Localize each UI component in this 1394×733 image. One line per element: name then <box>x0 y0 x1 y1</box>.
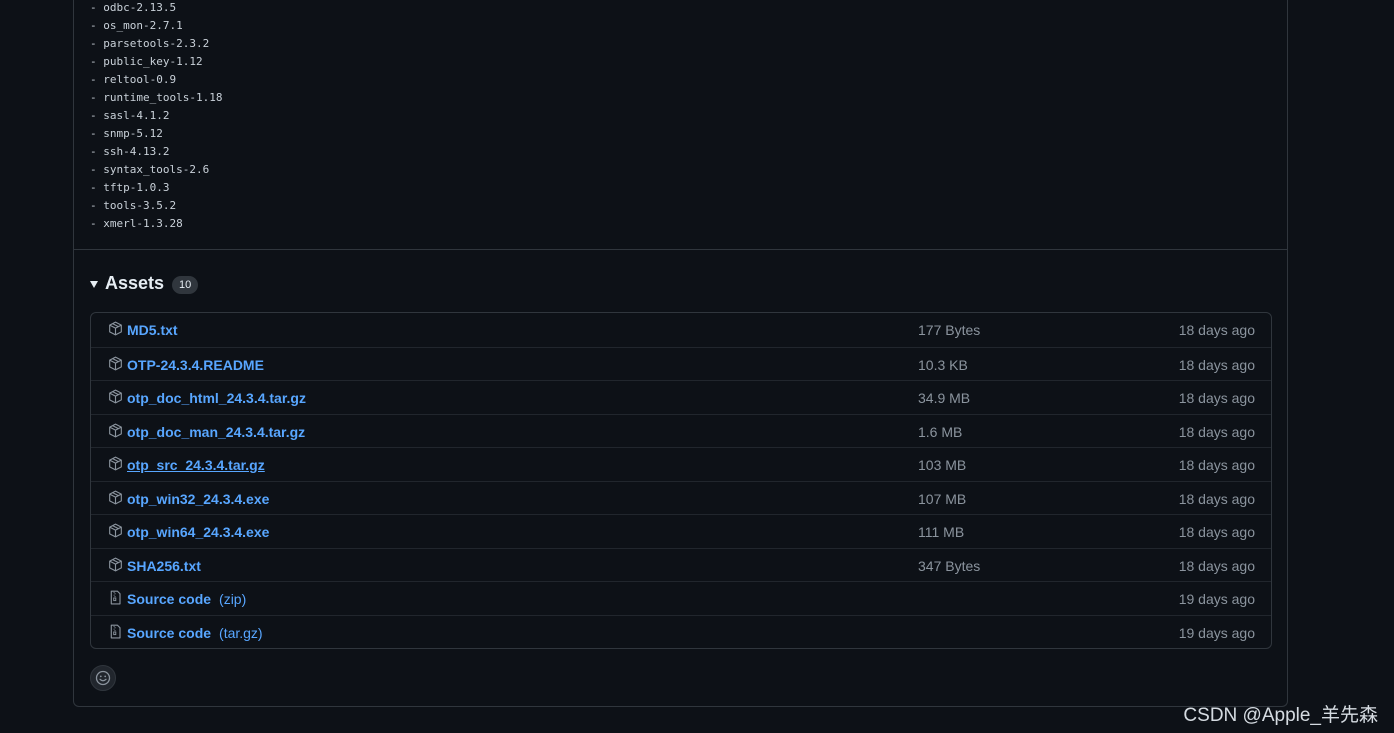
asset-name: Source code <box>127 591 212 607</box>
file-zip-icon <box>110 624 121 638</box>
smiley-icon <box>95 670 111 686</box>
asset-list: MD5.txt 177 Bytes 18 days ago OTP-24.3.4.RE… <box>90 312 1272 649</box>
asset-name: SHA256.txt <box>127 557 201 574</box>
package-icon <box>109 523 122 538</box>
asset-row: OTP-24.3.4.README 10.3 KB 18 days ago <box>91 346 1271 381</box>
asset-size: 10.3 KB <box>918 356 968 373</box>
asset-date: 18 days ago <box>1178 457 1255 473</box>
asset-download-link[interactable]: otp_doc_man_24.3.4.tar.gz <box>127 424 305 440</box>
release-note-item: - parsetools-2.3.2 <box>90 37 210 50</box>
release-note-item: - tftp-1.0.3 <box>90 181 170 194</box>
asset-row: SHA256.txt 347 Bytes 18 days ago <box>91 547 1271 582</box>
assets-title: Assets <box>105 272 165 293</box>
triangle-down-icon <box>90 280 98 288</box>
asset-size: 111 MB <box>918 524 965 540</box>
asset-size: 177 Bytes <box>918 322 981 338</box>
asset-name: otp_src_24.3.4.tar.gz <box>127 457 265 473</box>
package-icon <box>109 423 122 437</box>
asset-name: Source code <box>127 624 212 641</box>
release-note-item: - runtime_tools-1.18 <box>90 91 223 104</box>
asset-date: 18 days ago <box>1178 490 1255 507</box>
asset-size: 103 MB <box>918 457 967 473</box>
asset-date: 18 days ago <box>1178 557 1255 574</box>
release-note-item: - sasl-4.1.2 <box>90 109 170 122</box>
release-note-item: - reltool-0.9 <box>90 73 177 86</box>
package-icon <box>109 321 122 336</box>
asset-row: otp_doc_html_24.3.4.tar.gz 34.9 MB 18 days… <box>91 380 1271 414</box>
asset-name: MD5.txt <box>127 322 178 338</box>
package-icon <box>109 557 122 571</box>
asset-download-link[interactable]: OTP-24.3.4.README <box>127 357 264 373</box>
release-note-item: - xmerl-1.3.28 <box>90 217 183 230</box>
asset-name: otp_win32_24.3.4.exe <box>127 490 270 507</box>
assets-count-badge: 10 <box>172 275 199 294</box>
release-note-item: - os_mon-2.7.1 <box>90 19 183 32</box>
release-note-item: - ssh-4.13.2 <box>90 145 170 158</box>
asset-date: 18 days ago <box>1178 390 1255 406</box>
release-note-item: - public_key-1.12 <box>90 55 203 68</box>
asset-row: Source code (tar.gz) 19 days ago <box>91 614 1271 649</box>
asset-date: 18 days ago <box>1178 356 1255 373</box>
asset-size: 347 Bytes <box>918 557 981 574</box>
add-reaction-button[interactable] <box>90 665 116 691</box>
package-icon <box>109 389 122 404</box>
package-icon <box>109 456 122 471</box>
asset-name: otp_doc_html_24.3.4.tar.gz <box>127 390 306 406</box>
asset-size: 1.6 MB <box>918 423 963 440</box>
asset-date: 19 days ago <box>1178 591 1255 607</box>
asset-download-link[interactable]: SHA256.txt <box>127 558 201 574</box>
asset-name: otp_win64_24.3.4.exe <box>127 524 270 540</box>
package-icon <box>109 490 122 504</box>
asset-download-link[interactable]: MD5.txt <box>127 322 178 338</box>
asset-download-link[interactable]: otp_src_24.3.4.tar.gz <box>127 457 265 473</box>
asset-download-link[interactable]: otp_win64_24.3.4.exe <box>127 524 269 540</box>
asset-download-link[interactable]: Source code (tar.gz) <box>127 625 263 641</box>
release-page: - odbc-2.13.5 - os_mon-2.7.1 - parsetool… <box>0 0 1394 733</box>
asset-row: Source code (zip) 19 days ago <box>91 581 1271 615</box>
file-zip-icon <box>110 590 121 605</box>
asset-date: 18 days ago <box>1178 322 1255 338</box>
release-note-item: - syntax_tools-2.6 <box>90 163 210 176</box>
asset-row: otp_win32_24.3.4.exe 107 MB 18 days ago <box>91 480 1271 515</box>
asset-name: OTP-24.3.4.README <box>127 356 264 373</box>
asset-format-label: (zip) <box>219 591 247 607</box>
asset-date: 19 days ago <box>1178 624 1255 641</box>
asset-date: 18 days ago <box>1178 423 1255 440</box>
asset-download-link[interactable]: otp_doc_html_24.3.4.tar.gz <box>127 390 306 406</box>
watermark: CSDN @Apple_羊先森 <box>1183 705 1378 726</box>
asset-date: 18 days ago <box>1178 524 1255 540</box>
release-note-item: - tools-3.5.2 <box>90 199 177 212</box>
asset-row: otp_src_24.3.4.tar.gz 103 MB 18 days ago <box>91 447 1271 481</box>
asset-row: MD5.txt 177 Bytes 18 days ago <box>91 313 1271 347</box>
package-icon <box>109 356 122 370</box>
asset-size: 107 MB <box>918 490 967 507</box>
asset-download-link[interactable]: otp_win32_24.3.4.exe <box>127 491 269 507</box>
asset-size: 34.9 MB <box>918 390 971 406</box>
asset-name: otp_doc_man_24.3.4.tar.gz <box>127 423 306 440</box>
asset-download-link[interactable]: Source code (zip) <box>127 591 246 607</box>
asset-row: otp_win64_24.3.4.exe 111 MB 18 days ago <box>91 514 1271 548</box>
release-note-item: - snmp-5.12 <box>90 127 163 140</box>
section-divider <box>74 249 1288 250</box>
asset-format-label: (tar.gz) <box>219 624 263 641</box>
release-notes-list: - odbc-2.13.5 - os_mon-2.7.1 - parsetool… <box>90 0 222 234</box>
asset-row: otp_doc_man_24.3.4.tar.gz 1.6 MB 18 days a… <box>91 413 1271 448</box>
release-note-item: - odbc-2.13.5 <box>90 1 177 14</box>
assets-toggle[interactable]: Assets 10 <box>90 270 199 296</box>
